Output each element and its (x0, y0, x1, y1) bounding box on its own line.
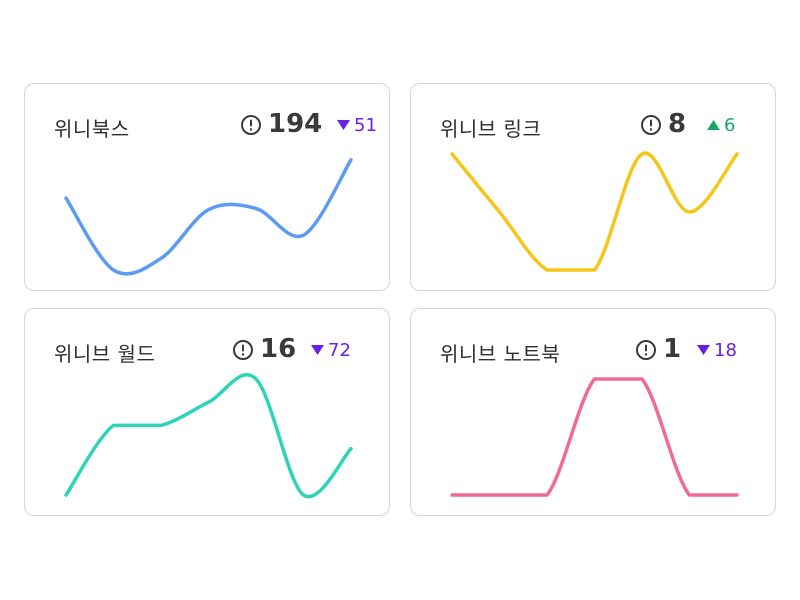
series-line (64, 158, 353, 276)
series-line (450, 377, 739, 497)
stat-card[interactable]: 위니브 월드 16 72 (24, 308, 390, 516)
stat-card[interactable]: 위니브 링크 8 6 (410, 83, 776, 291)
sparkline-chart (64, 158, 353, 276)
sparkline-chart (450, 377, 739, 497)
series-line (450, 151, 739, 272)
stat-card[interactable]: 위니브 노트북 1 18 (410, 308, 776, 516)
stat-card[interactable]: 위니북스 194 51 (24, 83, 390, 291)
sparkline-chart (450, 151, 739, 272)
sparkline-chart (64, 373, 353, 499)
series-line (64, 373, 353, 499)
